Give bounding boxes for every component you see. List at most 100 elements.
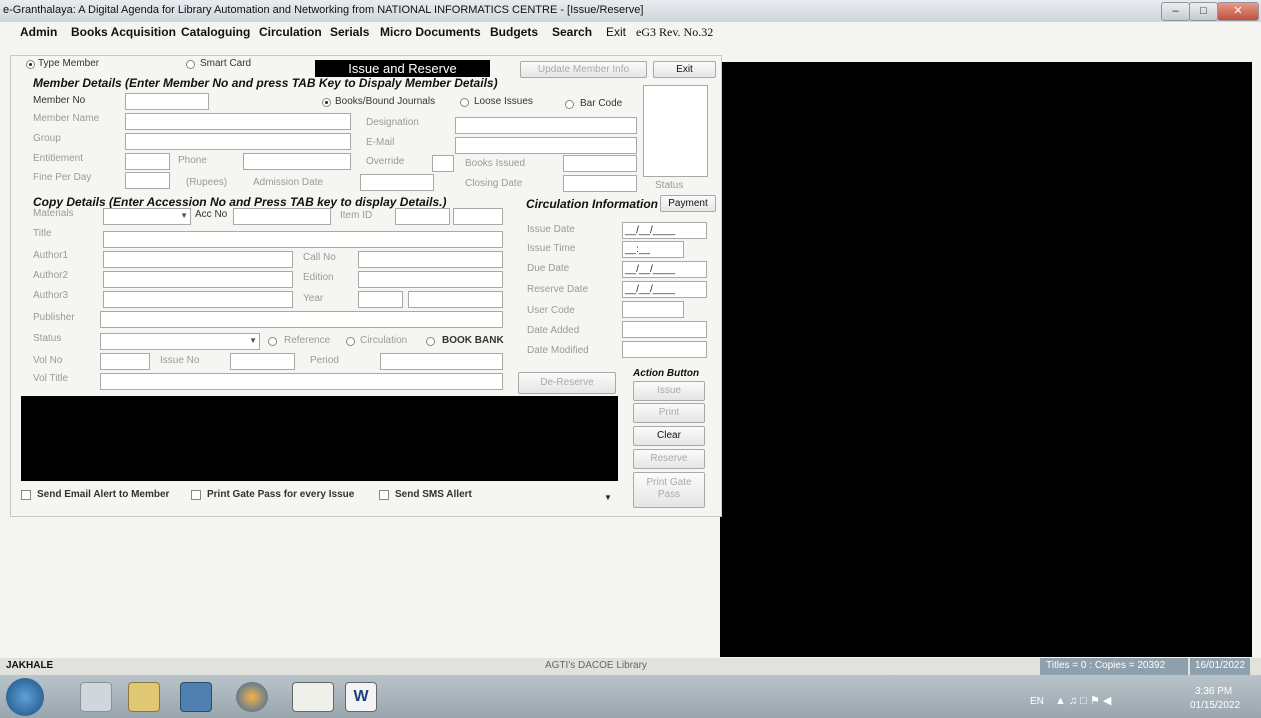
due-date-label: Due Date [527, 263, 570, 274]
year-input[interactable] [358, 291, 403, 308]
phone-input[interactable] [243, 153, 351, 170]
entitlement-label: Entitlement [33, 153, 84, 164]
author2-input[interactable] [103, 271, 293, 288]
acc-no-input[interactable] [233, 208, 331, 225]
item-id-input[interactable] [395, 208, 450, 225]
menu-exit[interactable]: Exit [606, 25, 626, 39]
status-select[interactable]: ▼ [100, 333, 260, 350]
entitlement-input[interactable] [125, 153, 170, 170]
menu-admin[interactable]: Admin [20, 25, 57, 39]
publisher-input[interactable] [100, 311, 503, 328]
menu-micro-documents[interactable]: Micro Documents [380, 25, 481, 39]
egranthalaya-icon[interactable] [292, 682, 334, 712]
restore-icon[interactable]: □ [1189, 2, 1218, 21]
book-bank-radio[interactable] [426, 337, 435, 346]
send-email-label: Send Email Alert to Member [37, 489, 170, 500]
vol-title-input[interactable] [100, 373, 503, 390]
start-orb-icon[interactable] [6, 678, 44, 716]
clear-button[interactable]: Clear [633, 426, 705, 446]
member-no-input[interactable] [125, 93, 209, 110]
chevron-down-icon: ▼ [249, 336, 257, 345]
language-indicator[interactable]: EN [1030, 696, 1044, 707]
smart-card-radio[interactable] [186, 60, 195, 69]
due-date-input[interactable]: __/__/____ [622, 261, 707, 278]
books-bound-label: Books/Bound Journals [335, 96, 436, 107]
closing-date-input[interactable] [563, 175, 637, 192]
payment-button[interactable]: Payment [660, 195, 716, 212]
reserve-date-input[interactable]: __/__/____ [622, 281, 707, 298]
menu-search[interactable]: Search [552, 25, 592, 39]
menu-circulation[interactable]: Circulation [259, 25, 322, 39]
admission-date-input[interactable] [360, 174, 434, 191]
email-input[interactable] [455, 137, 637, 154]
issue-list-grid[interactable] [21, 396, 618, 481]
member-name-input[interactable] [125, 113, 351, 130]
tray-icons[interactable]: ▲ ♫ □ ⚑ ◀ [1055, 694, 1111, 707]
author2-label: Author2 [33, 270, 69, 281]
user-code-input[interactable] [622, 301, 684, 318]
issue-time-input[interactable]: __:__ [622, 241, 684, 258]
fine-per-day-input[interactable] [125, 172, 170, 189]
clock-date[interactable]: 01/15/2022 [1190, 700, 1240, 711]
materials-select[interactable]: ▼ [103, 208, 191, 225]
word-icon[interactable]: W [345, 682, 377, 712]
print-gate-pass-checkbox[interactable] [191, 490, 201, 500]
status-user: JAKHALE [6, 660, 54, 671]
clock-time[interactable]: 3:36 PM [1195, 686, 1232, 697]
item-id-extra-input[interactable] [453, 208, 503, 225]
browser-icon[interactable] [236, 682, 268, 712]
exit-button[interactable]: Exit [653, 61, 716, 78]
fine-per-day-label: Fine Per Day [33, 172, 92, 183]
menu-budgets[interactable]: Budgets [490, 25, 538, 39]
period-input[interactable] [380, 353, 503, 370]
de-reserve-button[interactable]: De-Reserve [518, 372, 616, 394]
vol-no-input[interactable] [100, 353, 150, 370]
print-gate-pass-label: Print Gate Pass for every Issue [207, 489, 355, 500]
group-input[interactable] [125, 133, 351, 150]
books-bound-radio[interactable] [322, 98, 331, 107]
reserve-button[interactable]: Reserve [633, 449, 705, 469]
date-modified-input [622, 341, 707, 358]
year-extra-input[interactable] [408, 291, 503, 308]
issue-time-label: Issue Time [527, 243, 576, 254]
call-no-input[interactable] [358, 251, 503, 268]
user-code-label: User Code [527, 305, 575, 316]
group-label: Group [33, 133, 61, 144]
designation-label: Designation [366, 117, 419, 128]
circulation-radio[interactable] [346, 337, 355, 346]
title-label: Title [33, 228, 52, 239]
menu-serials[interactable]: Serials [330, 25, 369, 39]
publisher-label: Publisher [33, 312, 75, 323]
author3-input[interactable] [103, 291, 293, 308]
loose-issues-radio[interactable] [460, 98, 469, 107]
close-icon[interactable]: ✕ [1217, 2, 1259, 21]
reference-radio[interactable] [268, 337, 277, 346]
type-member-radio[interactable] [26, 60, 35, 69]
app-icon[interactable] [80, 682, 112, 712]
print-button[interactable]: Print [633, 403, 705, 423]
chevron-down-icon[interactable]: ▼ [604, 493, 612, 502]
issue-no-input[interactable] [230, 353, 295, 370]
item-id-label: Item ID [340, 210, 373, 221]
bar-code-radio[interactable] [565, 100, 574, 109]
author1-input[interactable] [103, 251, 293, 268]
designation-input[interactable] [455, 117, 637, 134]
media-player-icon[interactable] [180, 682, 212, 712]
acc-no-label: Acc No [195, 209, 228, 220]
edition-input[interactable] [358, 271, 503, 288]
menu-books-acquisition[interactable]: Books Acquisition [71, 25, 176, 39]
form-title: Issue and Reserve [315, 60, 490, 77]
send-sms-checkbox[interactable] [379, 490, 389, 500]
folder-icon[interactable] [128, 682, 160, 712]
minimize-icon[interactable]: – [1161, 2, 1190, 21]
override-input[interactable] [432, 155, 454, 172]
title-input[interactable] [103, 231, 503, 248]
update-member-info-button[interactable]: Update Member Info [520, 61, 647, 78]
circulation-info-heading: Circulation Information [526, 197, 658, 211]
date-added-input [622, 321, 707, 338]
issue-button[interactable]: Issue [633, 381, 705, 401]
issue-date-input[interactable]: __/__/____ [622, 222, 707, 239]
print-gate-pass-button[interactable]: Print Gate Pass [633, 472, 705, 508]
menu-cataloguing[interactable]: Cataloguing [181, 25, 250, 39]
send-email-checkbox[interactable] [21, 490, 31, 500]
